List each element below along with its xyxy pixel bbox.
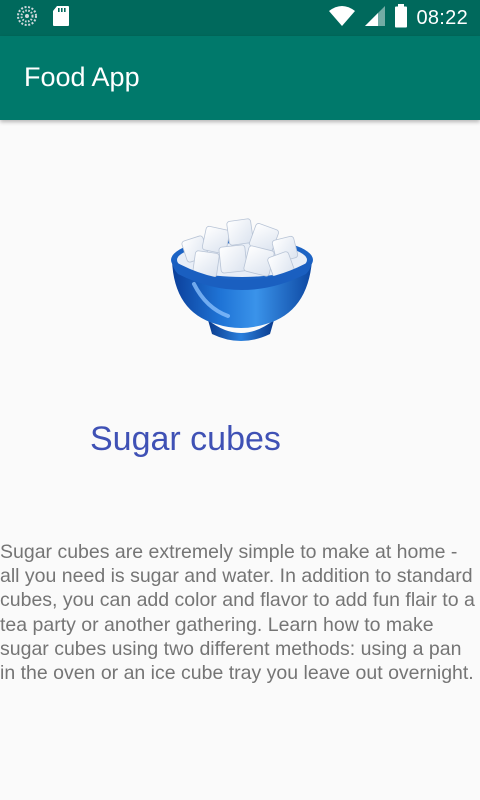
signal-icon (364, 5, 386, 31)
sugar-bowl-icon (166, 208, 316, 348)
food-description: Sugar cubes are extremely simple to make… (0, 541, 475, 685)
screen: 08:22 Food App Sugar cubes Sugar cubes a… (0, 0, 480, 800)
status-right-icons: 08:22 (328, 4, 468, 32)
sd-card-icon (52, 5, 70, 31)
status-time: 08:22 (416, 6, 468, 29)
app-title: Food App (24, 62, 140, 92)
status-left-icons (16, 6, 70, 30)
food-title: Sugar cubes (90, 420, 281, 458)
app-bar: Food App (0, 36, 480, 120)
status-bar: 08:22 (0, 0, 480, 36)
wifi-icon (328, 5, 356, 31)
data-saver-icon (16, 5, 38, 31)
battery-icon (394, 4, 408, 32)
